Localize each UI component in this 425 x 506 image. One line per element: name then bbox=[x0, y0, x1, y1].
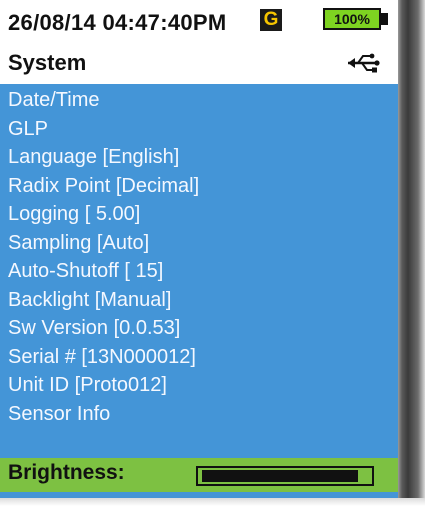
device-bezel-bottom bbox=[0, 498, 425, 506]
settings-menu: Date/Time GLP Language [English] Radix P… bbox=[0, 84, 398, 458]
title-bar: System bbox=[0, 48, 398, 82]
brightness-slider[interactable] bbox=[196, 466, 374, 486]
menu-item-logging[interactable]: Logging [ 5.00] bbox=[0, 200, 398, 228]
menu-item-datetime[interactable]: Date/Time bbox=[0, 86, 398, 114]
menu-item-auto-shutoff[interactable]: Auto-Shutoff [ 15] bbox=[0, 257, 398, 285]
device-bezel-right bbox=[398, 0, 425, 506]
brightness-label: Brightness: bbox=[8, 461, 125, 484]
device-screen: 26/08/14 04:47:40PM G 100% System Date/T… bbox=[0, 0, 398, 498]
battery-indicator: 100% bbox=[323, 8, 381, 30]
menu-item-sw-version[interactable]: Sw Version [0.0.53] bbox=[0, 314, 398, 342]
device-frame: 26/08/14 04:47:40PM G 100% System Date/T… bbox=[0, 0, 425, 506]
battery-tip bbox=[381, 13, 388, 25]
menu-item-serial-number[interactable]: Serial # [13N000012] bbox=[0, 343, 398, 371]
usb-icon bbox=[348, 53, 380, 73]
menu-item-radix-point[interactable]: Radix Point [Decimal] bbox=[0, 172, 398, 200]
menu-item-glp[interactable]: GLP bbox=[0, 115, 398, 143]
menu-item-sampling[interactable]: Sampling [Auto] bbox=[0, 229, 398, 257]
status-bar: 26/08/14 04:47:40PM G 100% bbox=[0, 0, 398, 48]
datetime-readout: 26/08/14 04:47:40PM bbox=[8, 10, 227, 35]
menu-item-backlight[interactable]: Backlight [Manual] bbox=[0, 286, 398, 314]
menu-item-language[interactable]: Language [English] bbox=[0, 143, 398, 171]
brightness-level-fill bbox=[202, 470, 358, 482]
brightness-row[interactable]: Brightness: bbox=[0, 458, 398, 492]
g-status-badge: G bbox=[260, 9, 282, 31]
page-title: System bbox=[8, 50, 87, 75]
menu-item-unit-id[interactable]: Unit ID [Proto012] bbox=[0, 371, 398, 399]
menu-item-sensor-info[interactable]: Sensor Info bbox=[0, 400, 398, 428]
